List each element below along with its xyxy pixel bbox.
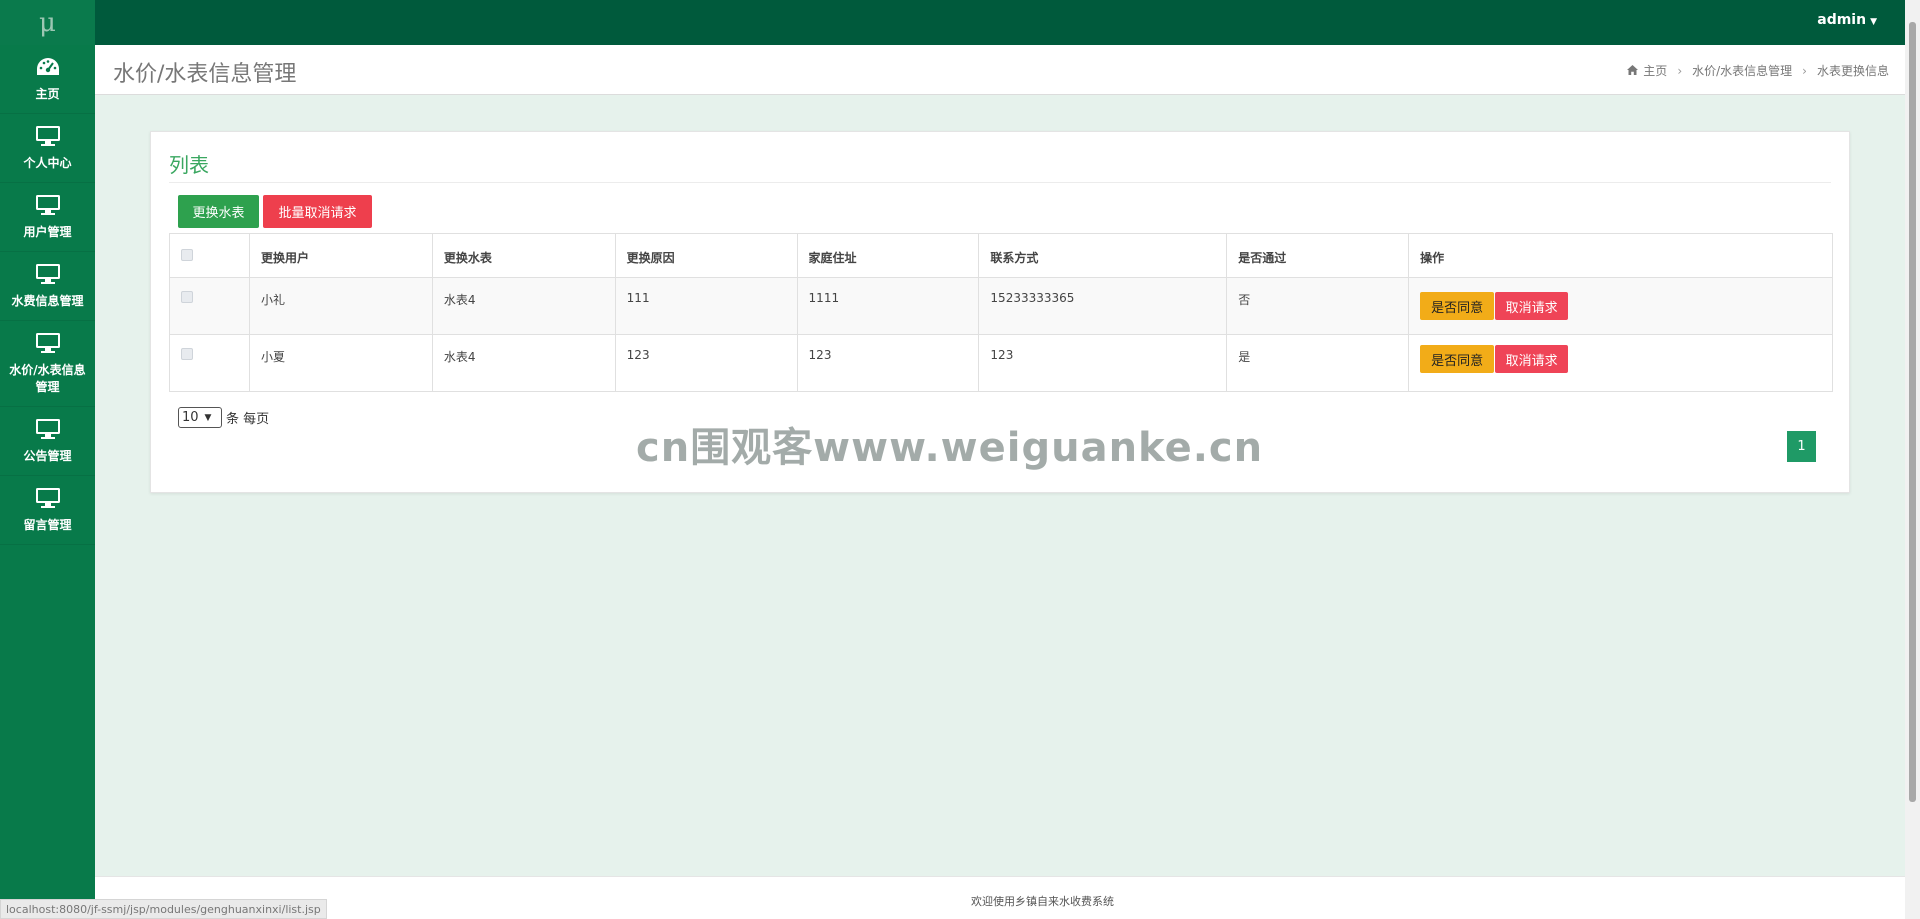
cell-user: 小夏: [248, 334, 433, 392]
sidebar-item-announcements[interactable]: 公告管理: [0, 407, 95, 476]
breadcrumb-section[interactable]: 水价/水表信息管理: [1692, 62, 1792, 79]
browser-status-url: localhost:8080/jf-ssmj/jsp/modules/gengh…: [0, 899, 327, 919]
page-header: 水价/水表信息管理 主页 › 水价/水表信息管理 › 水表更换信息: [95, 45, 1905, 95]
divider: [169, 182, 1831, 183]
sidebar-item-home[interactable]: 主页: [0, 45, 95, 114]
monitor-icon: [35, 487, 61, 509]
column-header: 更换用户: [248, 233, 433, 278]
chevron-right-icon: ›: [1677, 63, 1683, 78]
monitor-icon: [35, 194, 61, 216]
cancel-request-button[interactable]: 取消请求: [1495, 292, 1569, 320]
sidebar-item-label: 主页: [35, 86, 60, 101]
card-title: 列表: [169, 153, 209, 177]
sidebar-item-water-meters[interactable]: 水价/水表信息管理: [0, 321, 95, 407]
breadcrumb: 主页 › 水价/水表信息管理 › 水表更换信息: [1627, 62, 1889, 79]
cell-user: 小礼: [248, 277, 433, 335]
cell-actions: 是否同意 取消请求: [1408, 334, 1833, 392]
home-icon: [1627, 64, 1639, 78]
cell-meter: 水表4: [431, 277, 616, 335]
sidebar-item-users[interactable]: 用户管理: [0, 183, 95, 252]
table-header-row: 更换用户 更换水表 更换原因 家庭住址 联系方式 是否通过 操作: [169, 233, 1833, 278]
cell-address: 123: [796, 334, 980, 392]
footer: 欢迎使用乡镇自来水收费系统: [95, 876, 1905, 919]
breadcrumb-current: 水表更换信息: [1816, 64, 1889, 78]
monitor-icon: [35, 263, 61, 285]
pagination-page-1[interactable]: 1: [1787, 431, 1816, 462]
replace-meter-button[interactable]: 更换水表: [178, 195, 259, 228]
page-scrollbar[interactable]: [1905, 0, 1920, 919]
dashboard-icon: [35, 56, 61, 78]
meter-replacement-table: 更换用户 更换水表 更换原因 家庭住址 联系方式 是否通过 操作 小礼 水表4 …: [169, 233, 1833, 392]
sidebar-item-label: 用户管理: [23, 224, 72, 239]
sidebar: 主页 个人中心 用户管理 水费信息管理 水价/水表信息管理 公告管理 留言管理: [0, 45, 95, 919]
cell-approved: 是: [1226, 334, 1410, 392]
row-checkbox[interactable]: [181, 291, 193, 303]
cell-contact: 123: [978, 334, 1228, 392]
cell-address: 1111: [796, 277, 980, 335]
column-header: 更换原因: [614, 233, 798, 278]
cell-actions: 是否同意 取消请求: [1408, 277, 1833, 335]
sidebar-item-label: 公告管理: [23, 448, 72, 463]
monitor-icon: [35, 418, 61, 440]
select-all-checkbox[interactable]: [181, 249, 193, 261]
cell-contact: 15233333365: [978, 277, 1228, 335]
main-content: 列表 更换水表 批量取消请求 更换用户 更换水表 更换原因 家庭住址 联系方式 …: [114, 114, 1905, 876]
page-size-unit: 条 每页: [226, 412, 270, 427]
sidebar-item-messages[interactable]: 留言管理: [0, 476, 95, 545]
footer-text: 欢迎使用乡镇自来水收费系统: [971, 895, 1114, 908]
page-size-select[interactable]: 10 ▼: [178, 407, 222, 428]
cancel-request-button[interactable]: 取消请求: [1495, 345, 1569, 373]
select-all-cell: [169, 233, 250, 278]
cell-reason: 123: [614, 334, 798, 392]
monitor-icon: [35, 332, 61, 354]
user-menu-label: admin: [1817, 12, 1867, 28]
user-menu[interactable]: admin ▼: [1817, 12, 1877, 28]
monitor-icon: [35, 125, 61, 147]
row-checkbox[interactable]: [181, 348, 193, 360]
column-header: 更换水表: [431, 233, 616, 278]
sidebar-item-water-fees[interactable]: 水费信息管理: [0, 252, 95, 321]
breadcrumb-home[interactable]: 主页: [1643, 62, 1667, 79]
page-title: 水价/水表信息管理: [113, 62, 297, 87]
column-header: 是否通过: [1226, 233, 1410, 278]
cell-approved: 否: [1226, 277, 1410, 335]
sidebar-item-label: 水费信息管理: [11, 293, 84, 308]
row-select-cell: [169, 277, 250, 335]
column-header: 联系方式: [978, 233, 1228, 278]
chevron-right-icon: ›: [1802, 63, 1807, 78]
batch-cancel-button[interactable]: 批量取消请求: [263, 195, 372, 228]
scrollbar-thumb[interactable]: [1909, 22, 1916, 802]
caret-down-icon: ▼: [1870, 17, 1877, 27]
chevron-down-icon: ▼: [204, 412, 212, 423]
sidebar-item-profile[interactable]: 个人中心: [0, 114, 95, 183]
table-row: 小夏 水表4 123 123 123 是 是否同意 取消请求: [169, 334, 1833, 392]
page-size-value: 10: [182, 410, 199, 425]
brand-logo[interactable]: μ: [0, 0, 95, 45]
top-navbar: μ admin ▼: [0, 0, 1920, 45]
column-header: 操作: [1408, 233, 1833, 278]
table-row: 小礼 水表4 111 1111 15233333365 否 是否同意 取消请求: [169, 277, 1833, 335]
approve-button[interactable]: 是否同意: [1420, 292, 1495, 320]
cell-reason: 111: [614, 277, 798, 335]
row-select-cell: [169, 334, 250, 392]
cell-meter: 水表4: [431, 334, 616, 392]
watermark: cn围观客www.weiguanke.cn: [636, 425, 1264, 471]
sidebar-item-label: 留言管理: [23, 517, 72, 532]
column-header: 家庭住址: [796, 233, 980, 278]
sidebar-item-label: 个人中心: [23, 155, 72, 170]
approve-button[interactable]: 是否同意: [1420, 345, 1495, 373]
page-size-control: 10 ▼ 条 每页: [178, 407, 269, 428]
sidebar-item-label: 水价/水表信息管理: [9, 362, 86, 394]
